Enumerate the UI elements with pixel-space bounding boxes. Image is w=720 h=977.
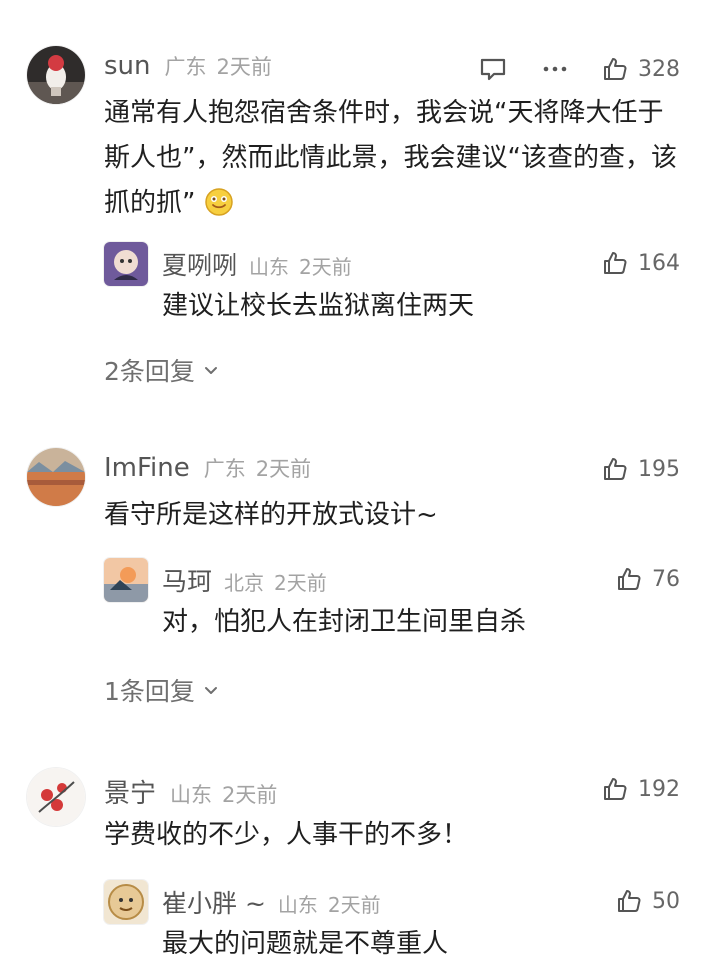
like-button[interactable]: 328 bbox=[602, 56, 680, 82]
username[interactable]: 马珂 bbox=[162, 562, 212, 598]
reply-meta: 马珂 北京 2天前 bbox=[162, 562, 327, 596]
reply-actions: 50 bbox=[616, 888, 680, 914]
like-count: 328 bbox=[638, 56, 680, 82]
like-button[interactable]: 192 bbox=[602, 776, 680, 802]
reply-avatar[interactable] bbox=[104, 242, 148, 286]
reply-item: 崔小胖 ~ 山东 2天前 50 最大的问题就是不尊重人 bbox=[104, 880, 680, 970]
avatar-image bbox=[27, 768, 85, 826]
comment-text: 看守所是这样的开放式设计~ bbox=[104, 500, 438, 530]
more-icon bbox=[543, 66, 567, 72]
like-count: 192 bbox=[638, 776, 680, 802]
avatar[interactable] bbox=[27, 768, 85, 826]
username[interactable]: 景宁 bbox=[104, 773, 156, 810]
like-count: 76 bbox=[652, 566, 680, 592]
chevron-down-icon bbox=[204, 367, 217, 374]
more-button[interactable] bbox=[540, 54, 602, 84]
location: 广东 bbox=[203, 457, 246, 481]
comment-text: 学费收的不少，人事干的不多！ bbox=[104, 820, 469, 850]
reply-text: 最大的问题就是不尊重人 bbox=[162, 929, 449, 959]
timestamp: 2天前 bbox=[216, 55, 272, 79]
reply-actions: 164 bbox=[602, 250, 680, 276]
timestamp: 2天前 bbox=[222, 783, 278, 807]
smile-emoji-icon bbox=[205, 188, 233, 216]
comment-meta: 景宁 山东 2天前 bbox=[104, 773, 278, 810]
comment-actions: 328 bbox=[478, 54, 680, 84]
avatar-image bbox=[27, 46, 85, 104]
thumbs-up-icon bbox=[604, 458, 627, 480]
chevron-down-icon bbox=[204, 687, 217, 694]
timestamp: 2天前 bbox=[255, 457, 312, 481]
like-button[interactable]: 76 bbox=[616, 566, 680, 592]
comment-actions: 192 bbox=[602, 776, 680, 802]
reply-item: 夏咧咧 山东 2天前 164 建议让校长去监狱离住两天 bbox=[104, 242, 680, 332]
reply-meta: 夏咧咧 山东 2天前 bbox=[162, 246, 352, 280]
avatar-image bbox=[104, 242, 148, 286]
comment-meta: sun 广东 2天前 bbox=[104, 51, 272, 85]
username[interactable]: ImFine bbox=[104, 453, 190, 483]
location: 山东 bbox=[170, 783, 213, 807]
like-button[interactable]: 50 bbox=[616, 888, 680, 914]
username[interactable]: 崔小胖 ~ bbox=[162, 884, 266, 920]
avatar[interactable] bbox=[27, 46, 85, 104]
location: 北京 bbox=[224, 571, 265, 595]
location: 山东 bbox=[277, 893, 318, 917]
message-icon bbox=[480, 58, 506, 81]
reply-item: 马珂 北京 2天前 76 对，怕犯人在封闭卫生间里自杀 bbox=[104, 558, 680, 648]
thumbs-up-icon bbox=[604, 252, 627, 274]
avatar-image bbox=[104, 880, 148, 924]
comment-feed: sun 广东 2天前 328 通常有人抱怨宿舍条件时，我会说“天将降大任于斯人也… bbox=[0, 0, 720, 977]
comment-item: 景宁 山东 2天前 192 学费收的不少，人事干的不多！ 崔小胖 ~ 山东 2天… bbox=[0, 768, 720, 977]
reply-avatar[interactable] bbox=[104, 558, 148, 602]
timestamp: 2天前 bbox=[274, 571, 327, 595]
avatar-image bbox=[27, 448, 85, 506]
like-button[interactable]: 164 bbox=[602, 250, 680, 276]
thumbs-up-icon bbox=[604, 778, 627, 800]
thumbs-up-icon bbox=[618, 568, 641, 590]
like-button[interactable]: 195 bbox=[602, 456, 680, 482]
like-count: 164 bbox=[638, 250, 680, 276]
reply-meta: 崔小胖 ~ 山东 2天前 bbox=[162, 884, 381, 918]
thumbs-up-icon bbox=[604, 58, 627, 80]
reply-actions: 76 bbox=[616, 566, 680, 592]
reply-avatar[interactable] bbox=[104, 880, 148, 924]
avatar-image bbox=[104, 558, 148, 602]
message-button[interactable] bbox=[478, 54, 540, 84]
reply-text: 对，怕犯人在封闭卫生间里自杀 bbox=[162, 607, 527, 637]
timestamp: 2天前 bbox=[327, 893, 381, 917]
comment-item: ImFine 广东 2天前 195 看守所是这样的开放式设计~ 马珂 北京 2天… bbox=[0, 448, 720, 718]
expand-replies-button[interactable]: 1条回复 bbox=[104, 672, 219, 708]
timestamp: 2天前 bbox=[299, 255, 352, 279]
like-count: 50 bbox=[652, 888, 680, 914]
reply-text: 建议让校长去监狱离住两天 bbox=[162, 291, 475, 321]
username[interactable]: 夏咧咧 bbox=[162, 246, 237, 282]
comment-text: 通常有人抱怨宿舍条件时，我会说“天将降大任于斯人也”，然而此情此景，我会建议“该… bbox=[104, 98, 677, 218]
thumbs-up-icon bbox=[618, 890, 641, 912]
comment-item: sun 广东 2天前 328 通常有人抱怨宿舍条件时，我会说“天将降大任于斯人也… bbox=[0, 46, 720, 406]
avatar[interactable] bbox=[27, 448, 85, 506]
like-count: 195 bbox=[638, 456, 680, 482]
location: 山东 bbox=[249, 255, 290, 279]
username[interactable]: sun bbox=[104, 51, 151, 81]
location: 广东 bbox=[164, 55, 207, 79]
expand-replies-button[interactable]: 2条回复 bbox=[104, 352, 219, 388]
comment-actions: 195 bbox=[602, 456, 680, 482]
comment-meta: ImFine 广东 2天前 bbox=[104, 453, 311, 487]
